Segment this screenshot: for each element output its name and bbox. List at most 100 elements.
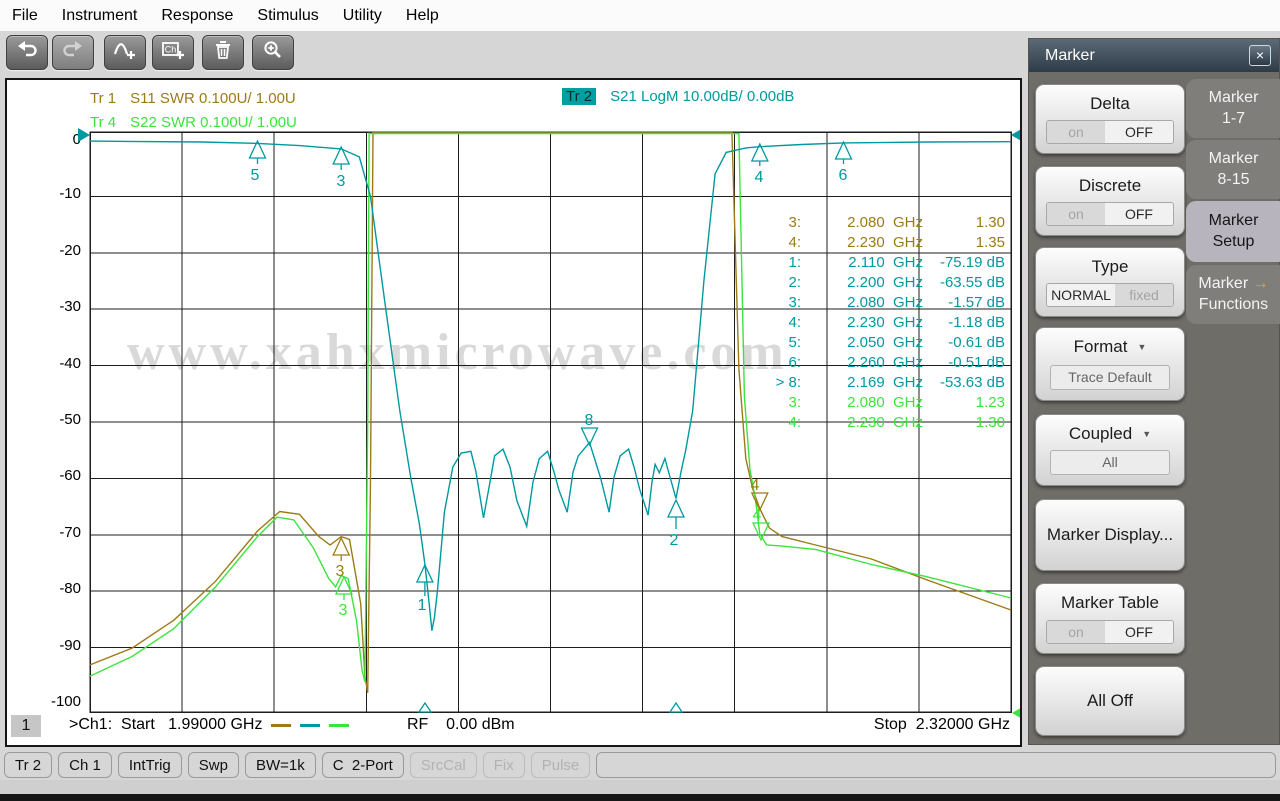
svg-text:Ch: Ch (165, 45, 177, 55)
rf-power-readout[interactable]: RF 0.00 dBm (407, 716, 515, 734)
marker-label: 3 (339, 602, 348, 619)
format-label: Format▼ (1036, 328, 1184, 357)
format-value[interactable]: Trace Default (1050, 365, 1170, 390)
status-srccal[interactable]: SrcCal (410, 752, 477, 778)
close-icon: × (1256, 47, 1264, 63)
marker-readout-row-active: > 8:2.169 GHz-53.63 dB (745, 374, 1005, 394)
status-message-field (596, 752, 1276, 778)
marker-table-off-option[interactable]: OFF (1105, 621, 1173, 643)
status-bandwidth[interactable]: BW=1k (245, 752, 316, 778)
type-normal-option[interactable]: NORMAL (1047, 284, 1115, 306)
close-button[interactable]: × (1249, 45, 1271, 66)
tr1-legend-dash (271, 724, 291, 727)
menu-item-instrument[interactable]: Instrument (62, 7, 138, 25)
menu-item-stimulus[interactable]: Stimulus (257, 7, 318, 25)
marker-label: 2 (670, 532, 679, 549)
add-channel-button[interactable]: Ch (152, 35, 194, 70)
tab-marker-setup[interactable]: Marker Setup (1186, 201, 1280, 262)
trash-icon (211, 39, 235, 66)
tab-marker-1-7[interactable]: Marker 1-7 (1186, 79, 1280, 138)
add-trace-icon (113, 39, 137, 66)
discrete-toggle[interactable]: on OFF (1046, 202, 1174, 226)
status-sweep[interactable]: Swp (188, 752, 239, 778)
bottom-edge (0, 794, 1280, 801)
marker-readout-row: 3:2.080 GHz1.30 (745, 214, 1005, 234)
marker-display-button[interactable]: Marker Display... (1035, 499, 1185, 571)
all-off-label: All Off (1087, 691, 1133, 711)
marker-readout-row: 3:2.080 GHz1.23 (745, 394, 1005, 414)
delta-on-option[interactable]: on (1047, 121, 1105, 143)
format-button[interactable]: Format▼ Trace Default (1035, 327, 1185, 401)
channel-number-badge[interactable]: 1 (11, 715, 41, 737)
delta-toggle[interactable]: on OFF (1046, 120, 1174, 144)
vna-application-window: File Instrument Response Stimulus Utilit… (0, 0, 1280, 801)
menu-item-help[interactable]: Help (406, 7, 439, 25)
marker-table-toggle[interactable]: on OFF (1046, 620, 1174, 644)
channel-start[interactable]: >Ch1: Start 1.99000 GHz (69, 716, 349, 734)
marker-label: 4 (755, 169, 764, 186)
marker-table-label: Marker Table (1036, 584, 1184, 613)
coupled-button[interactable]: Coupled▼ All (1035, 414, 1185, 486)
redo-icon (61, 39, 85, 66)
marker-table-on-option[interactable]: on (1047, 621, 1105, 643)
status-fix[interactable]: Fix (483, 752, 525, 778)
menu-item-utility[interactable]: Utility (343, 7, 382, 25)
type-button[interactable]: Type NORMAL fixed (1035, 247, 1185, 317)
coupled-label: Coupled▼ (1036, 415, 1184, 444)
add-channel-icon: Ch (161, 39, 185, 66)
zoom-button[interactable] (252, 35, 294, 70)
type-fixed-option[interactable]: fixed (1115, 284, 1173, 306)
marker-readout-row: 4:2.230 GHz-1.18 dB (745, 314, 1005, 334)
marker-readout-row: 2:2.200 GHz-63.55 dB (745, 274, 1005, 294)
redo-button[interactable] (52, 35, 94, 70)
menu-bar: File Instrument Response Stimulus Utilit… (0, 0, 1280, 31)
marker-readout-row: 6:2.260 GHz-0.51 dB (745, 354, 1005, 374)
status-trigger[interactable]: IntTrig (118, 752, 182, 778)
delta-label: Delta (1036, 85, 1184, 114)
tab-marker-8-15[interactable]: Marker 8-15 (1186, 140, 1280, 199)
status-calibration[interactable]: C 2-Port (322, 752, 404, 778)
marker-label: 8 (585, 412, 594, 429)
channel-stop[interactable]: Stop 2.32000 GHz (874, 716, 1010, 734)
marker-label: 3 (337, 173, 346, 190)
marker-readout-row: 5:2.050 GHz-0.61 dB (745, 334, 1005, 354)
marker-label: 5 (251, 167, 260, 184)
marker-panel: Marker × Delta on OFF Discrete on OFF Ty… (1028, 38, 1280, 745)
marker-readout-row: 1:2.110 GHz-75.19 dB (745, 254, 1005, 274)
tr2-legend-dash (300, 724, 320, 727)
undo-icon (15, 39, 39, 66)
discrete-on-option[interactable]: on (1047, 203, 1105, 225)
marker-label: 1 (418, 597, 427, 614)
coupled-value[interactable]: All (1050, 450, 1170, 475)
channel-status-line: 1 >Ch1: Start 1.99000 GHz RF 0.00 dBm St… (7, 715, 1020, 741)
all-off-button[interactable]: All Off (1035, 666, 1185, 736)
undo-button[interactable] (6, 35, 48, 70)
menu-item-file[interactable]: File (12, 7, 38, 25)
status-active-trace[interactable]: Tr 2 (4, 752, 52, 778)
zoom-in-icon (261, 39, 285, 66)
discrete-off-option[interactable]: OFF (1105, 203, 1173, 225)
bottom-strip (0, 780, 1280, 794)
marker-panel-header: Marker × (1029, 39, 1279, 72)
marker-panel-title: Marker (1045, 47, 1095, 64)
status-active-channel[interactable]: Ch 1 (58, 752, 112, 778)
tr4-legend-dash (329, 724, 349, 727)
delta-button[interactable]: Delta on OFF (1035, 84, 1185, 154)
status-bar: Tr 2 Ch 1 IntTrig Swp BW=1k C 2-Port Src… (0, 750, 1280, 780)
status-pulse[interactable]: Pulse (531, 752, 591, 778)
add-trace-button[interactable] (104, 35, 146, 70)
marker-readout-row: 3:2.080 GHz-1.57 dB (745, 294, 1005, 314)
marker-label: 6 (839, 167, 848, 184)
ref-arrow-right-tr2 (1011, 128, 1022, 142)
ref-arrow-left-tr2 (78, 128, 90, 142)
type-label: Type (1036, 248, 1184, 277)
delete-button[interactable] (202, 35, 244, 70)
discrete-button[interactable]: Discrete on OFF (1035, 166, 1185, 236)
discrete-label: Discrete (1036, 167, 1184, 196)
menu-item-response[interactable]: Response (161, 7, 233, 25)
marker-table-button[interactable]: Marker Table on OFF (1035, 583, 1185, 654)
delta-off-option[interactable]: OFF (1105, 121, 1173, 143)
tab-marker-functions[interactable]: Marker →Functions (1186, 265, 1280, 324)
type-toggle[interactable]: NORMAL fixed (1046, 283, 1174, 307)
measurement-display: Tr 1S11 SWR 0.100U/ 1.00U Tr 2S21 LogM 1… (5, 78, 1022, 747)
